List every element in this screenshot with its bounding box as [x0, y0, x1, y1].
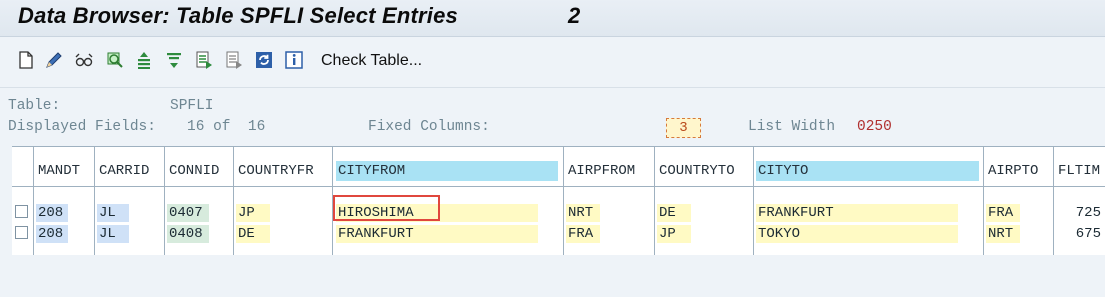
cell-cityto[interactable]: FRANKFURT	[756, 204, 958, 222]
check-table-button[interactable]: Check Table...	[321, 52, 422, 70]
cell-fltime[interactable]: 675	[1060, 225, 1105, 243]
header-mandt[interactable]: MANDT	[36, 161, 92, 181]
table-label: Table:	[8, 98, 61, 114]
list-width-value: 0250	[857, 119, 892, 135]
header-cityto[interactable]: CITYTO	[756, 161, 979, 181]
fixed-columns-label: Fixed Columns:	[368, 119, 490, 135]
cell-mandt[interactable]: 208	[36, 204, 68, 222]
column-separator	[983, 147, 984, 255]
deselect-icon[interactable]	[223, 49, 245, 71]
column-separator	[94, 147, 95, 255]
edit-pencil-icon[interactable]	[43, 49, 65, 71]
find-icon[interactable]	[104, 49, 126, 71]
header-countryfr[interactable]: COUNTRYFR	[236, 161, 330, 181]
cell-cityto[interactable]: TOKYO	[756, 225, 958, 243]
title-bar: Data Browser: Table SPFLI Select Entries…	[0, 0, 1105, 37]
cell-airpfrom[interactable]: FRA	[566, 225, 600, 243]
list-width-label: List Width	[748, 119, 836, 135]
sort-ascending-icon[interactable]	[133, 49, 155, 71]
cell-countryto[interactable]: JP	[657, 225, 691, 243]
row-select-checkbox[interactable]	[15, 226, 28, 239]
cell-carrid[interactable]: JL	[97, 225, 129, 243]
table-name: SPFLI	[170, 98, 214, 114]
cell-airpto[interactable]: NRT	[986, 225, 1020, 243]
column-separator	[233, 147, 234, 255]
header-cityfrom[interactable]: CITYFROM	[336, 161, 558, 181]
header-separator	[12, 186, 1105, 187]
cell-countryfr[interactable]: DE	[236, 225, 270, 243]
header-fltime[interactable]: FLTIM	[1056, 161, 1105, 181]
window-title: Data Browser: Table SPFLI Select Entries	[18, 3, 458, 28]
displayed-fields-label: Displayed Fields:	[8, 119, 156, 135]
column-separator	[33, 147, 34, 255]
cell-airpfrom[interactable]: NRT	[566, 204, 600, 222]
header-carrid[interactable]: CARRID	[97, 161, 162, 181]
cell-airpto[interactable]: FRA	[986, 204, 1020, 222]
header-countryto[interactable]: COUNTRYTO	[657, 161, 751, 181]
new-document-icon[interactable]	[15, 49, 37, 71]
cell-countryfr[interactable]: JP	[236, 204, 270, 222]
cell-connid[interactable]: 0407	[167, 204, 209, 222]
cell-fltime[interactable]: 725	[1060, 204, 1105, 222]
display-glasses-icon[interactable]	[73, 49, 95, 71]
column-separator	[753, 147, 754, 255]
highlight-box	[333, 195, 440, 221]
filter-icon[interactable]	[163, 49, 185, 71]
table-info-panel: Table: SPFLI Displayed Fields: 16 of 16 …	[0, 88, 1105, 142]
header-connid[interactable]: CONNID	[167, 161, 231, 181]
column-separator	[1053, 147, 1054, 255]
cell-mandt[interactable]: 208	[36, 225, 68, 243]
cell-connid[interactable]: 0408	[167, 225, 209, 243]
select-all-icon[interactable]	[193, 49, 215, 71]
info-icon[interactable]	[283, 49, 305, 71]
cell-cityfrom[interactable]: FRANKFURT	[336, 225, 538, 243]
column-separator	[563, 147, 564, 255]
refresh-icon[interactable]	[253, 49, 275, 71]
fixed-columns-input[interactable]: 3	[666, 118, 701, 138]
row-select-checkbox[interactable]	[15, 205, 28, 218]
column-separator	[654, 147, 655, 255]
header-airpfrom[interactable]: AIRPFROM	[566, 161, 652, 181]
cell-carrid[interactable]: JL	[97, 204, 129, 222]
data-table: MANDT CARRID CONNID COUNTRYFR CITYFROM A…	[12, 146, 1105, 255]
displayed-fields-value: 16 of 16	[187, 119, 266, 135]
entry-count: 2	[568, 3, 581, 28]
header-airpto[interactable]: AIRPTO	[986, 161, 1051, 181]
cell-countryto[interactable]: DE	[657, 204, 691, 222]
empty-area	[0, 255, 1105, 297]
application-toolbar: Check Table...	[0, 37, 1105, 88]
column-separator	[164, 147, 165, 255]
